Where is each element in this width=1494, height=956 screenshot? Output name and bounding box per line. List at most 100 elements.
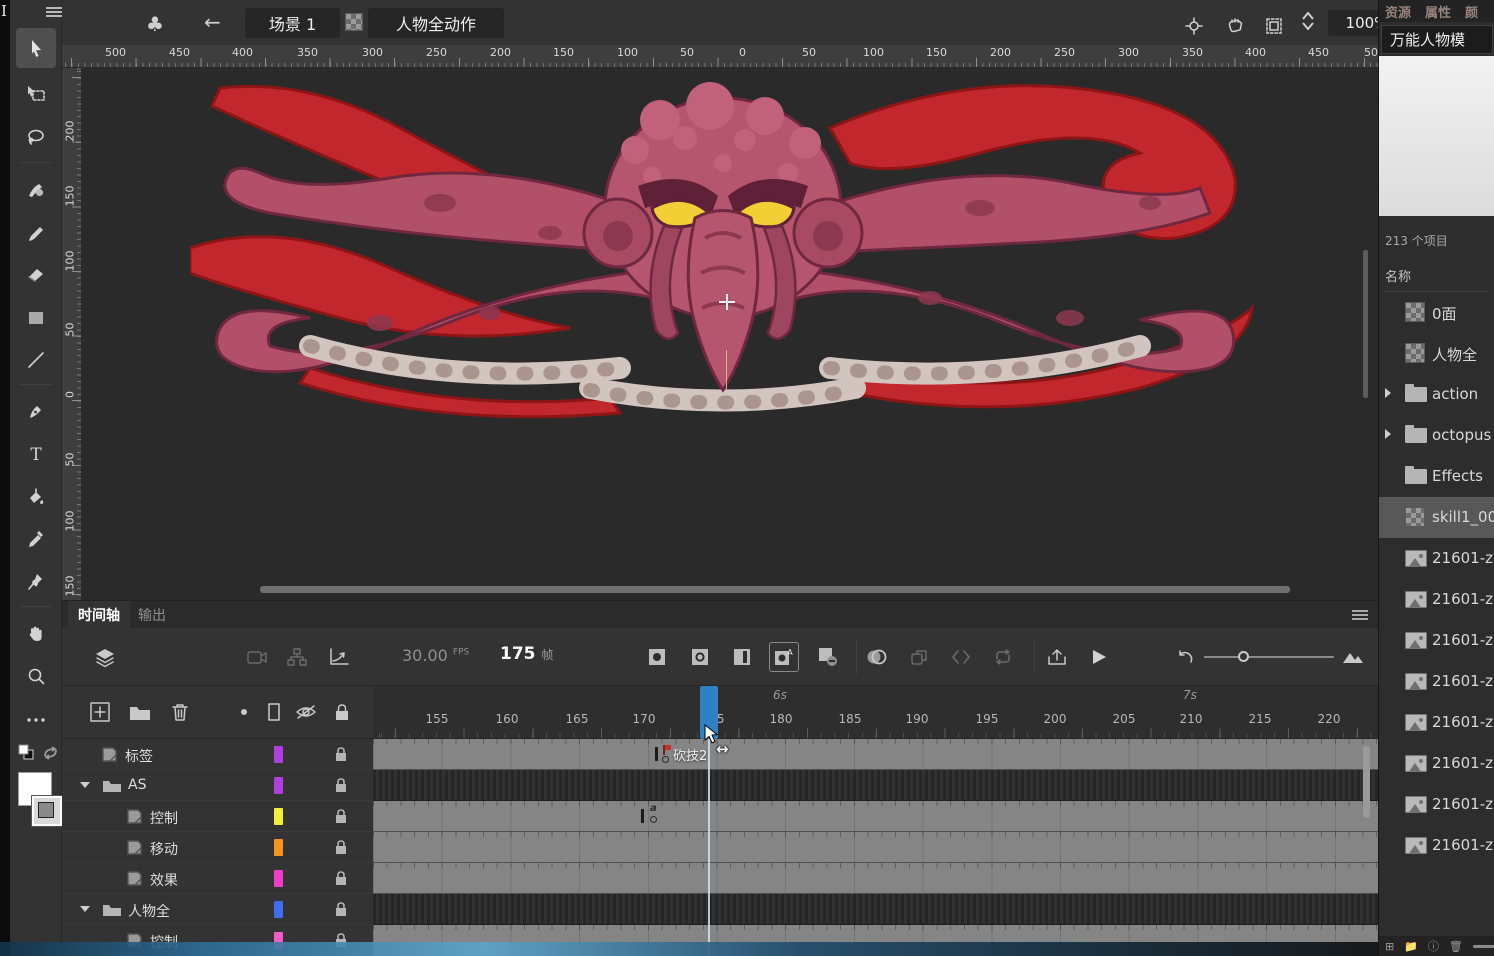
frames-row-as-folder[interactable] [373,770,1378,801]
fill-color-swatch[interactable] [31,795,63,827]
expand-caret-icon[interactable] [1385,388,1391,398]
fill-stroke-swatches[interactable] [18,772,63,834]
scene-breadcrumb[interactable]: 场景 1 [245,8,340,38]
properties-info-button[interactable]: ⓘ [1428,941,1439,952]
frames-row-control[interactable]: a [373,801,1378,832]
frames-row-character-folder[interactable] [373,894,1378,925]
folder-caret-icon[interactable] [80,782,90,788]
tab-assets[interactable]: 资源 [1385,2,1411,21]
rotate-stage-icon[interactable] [1224,15,1246,37]
expand-caret-icon[interactable] [1385,429,1391,439]
timeline-zoom-slider[interactable] [1204,651,1334,662]
layer-parenting-icon[interactable] [282,642,312,672]
layer-view-icon[interactable] [90,642,120,672]
timeline-panel-menu-icon[interactable] [1352,610,1368,622]
asset-warp-pin-tool-button[interactable] [16,562,56,602]
slider-thumb[interactable] [1238,651,1249,662]
timeline-frames-area[interactable]: 6s 7s 155 160 165 170 175 180 185 190 19… [373,686,1378,956]
library-item[interactable]: 21601-zb [1379,743,1494,784]
layer-folder-as[interactable]: AS [62,770,373,801]
rectangle-tool-button[interactable] [16,298,56,338]
lock-icon[interactable] [334,746,348,762]
auto-keyframe-icon[interactable]: A [769,642,799,672]
zoom-stepper[interactable] [1302,12,1314,30]
playhead[interactable] [700,686,718,739]
code-marker-icon[interactable] [946,642,976,672]
folder-caret-icon[interactable] [80,906,90,912]
tab-output[interactable]: 输出 [128,601,176,628]
layer-color-chip[interactable] [274,777,283,794]
scene-clubs-icon[interactable]: ♣ [146,12,164,36]
lock-column-icon[interactable] [328,698,356,726]
new-folder-button[interactable]: 📁 [1404,941,1418,952]
swap-colors-icon[interactable] [42,744,60,762]
symbol-breadcrumb[interactable]: 人物全动作 [368,8,504,38]
onion-skin-icon[interactable] [862,642,892,672]
paint-bucket-tool-button[interactable] [16,478,56,518]
library-item[interactable]: Effects [1379,456,1494,497]
line-tool-button[interactable] [16,340,56,380]
current-frame-display[interactable]: 175 帧 [500,644,553,664]
stage-canvas[interactable] [82,68,1378,600]
library-item[interactable]: 21601-zb [1379,579,1494,620]
frame-ruler[interactable]: 6s 7s 155 160 165 170 175 180 185 190 19… [373,686,1378,739]
new-folder-button[interactable] [126,698,154,726]
default-colors-icon[interactable] [16,742,36,764]
layer-row-control[interactable]: 控制 [62,801,373,832]
frame-column-icon[interactable] [260,698,288,726]
layer-row-tags[interactable]: 标签 [62,739,373,770]
tab-color[interactable]: 颜 [1465,2,1478,21]
play-button[interactable] [1084,642,1114,672]
library-item[interactable]: 21601-zb [1379,825,1494,866]
clip-content-icon[interactable] [1264,16,1284,36]
layer-depth-graph-icon[interactable] [324,642,354,672]
library-item[interactable]: 21601-zb [1379,538,1494,579]
canvas-vertical-scrollbar[interactable] [1363,250,1368,398]
layer-row-move[interactable]: 移动 [62,832,373,863]
layer-color-chip[interactable] [274,901,283,918]
library-name-column-header[interactable]: 名称 [1385,266,1489,292]
library-item[interactable]: 21601-zb [1379,784,1494,825]
library-item[interactable]: 21601-zb [1379,661,1494,702]
library-item[interactable]: 0面 [1379,292,1494,333]
free-transform-tool-button[interactable] [16,74,56,114]
fluid-brush-tool-button[interactable] [16,170,56,210]
layer-row-effects[interactable]: 效果 [62,863,373,894]
pen-tool-button[interactable] [16,392,56,432]
camera-icon[interactable] [242,642,272,672]
library-zoom-slider[interactable] [1472,944,1494,948]
library-item[interactable]: 21601-zb [1379,620,1494,661]
classic-brush-tool-button[interactable] [16,213,56,253]
new-layer-button[interactable] [86,698,114,726]
reset-timeline-zoom-icon[interactable] [1170,642,1200,672]
layer-folder-character[interactable]: 人物全 [62,894,373,925]
frames-row-move[interactable] [373,832,1378,863]
library-item[interactable]: 人物全 [1379,333,1494,374]
lock-icon[interactable] [334,839,348,855]
more-tools-button[interactable] [16,700,56,740]
lock-icon[interactable] [334,808,348,824]
center-stage-icon[interactable] [1184,16,1204,36]
library-item[interactable]: octopus [1379,415,1494,456]
visibility-column-icon[interactable] [292,698,320,726]
outline-column-icon[interactable] [230,698,258,726]
timeline-zoom-max-icon[interactable] [1338,642,1368,672]
delete-layer-button[interactable] [166,698,194,726]
zoom-tool-button[interactable] [16,657,56,697]
layer-color-chip[interactable] [274,870,283,887]
back-arrow-button[interactable]: ← [204,10,221,34]
lock-icon[interactable] [334,870,348,886]
library-item[interactable]: action [1379,374,1494,415]
selection-tool-button[interactable] [16,28,56,68]
lock-icon[interactable] [334,777,348,793]
library-document-select[interactable]: 万能人物模 [1381,25,1493,54]
layer-color-chip[interactable] [274,839,283,856]
lock-icon[interactable] [334,901,348,917]
layer-color-chip[interactable] [274,808,283,825]
tab-properties[interactable]: 属性 [1425,2,1451,21]
insert-keyframe-icon[interactable] [642,642,672,672]
text-tool-button[interactable]: T [16,434,56,474]
hand-tool-button[interactable] [16,614,56,654]
layer-color-chip[interactable] [274,746,283,763]
edit-multiple-frames-icon[interactable] [904,642,934,672]
